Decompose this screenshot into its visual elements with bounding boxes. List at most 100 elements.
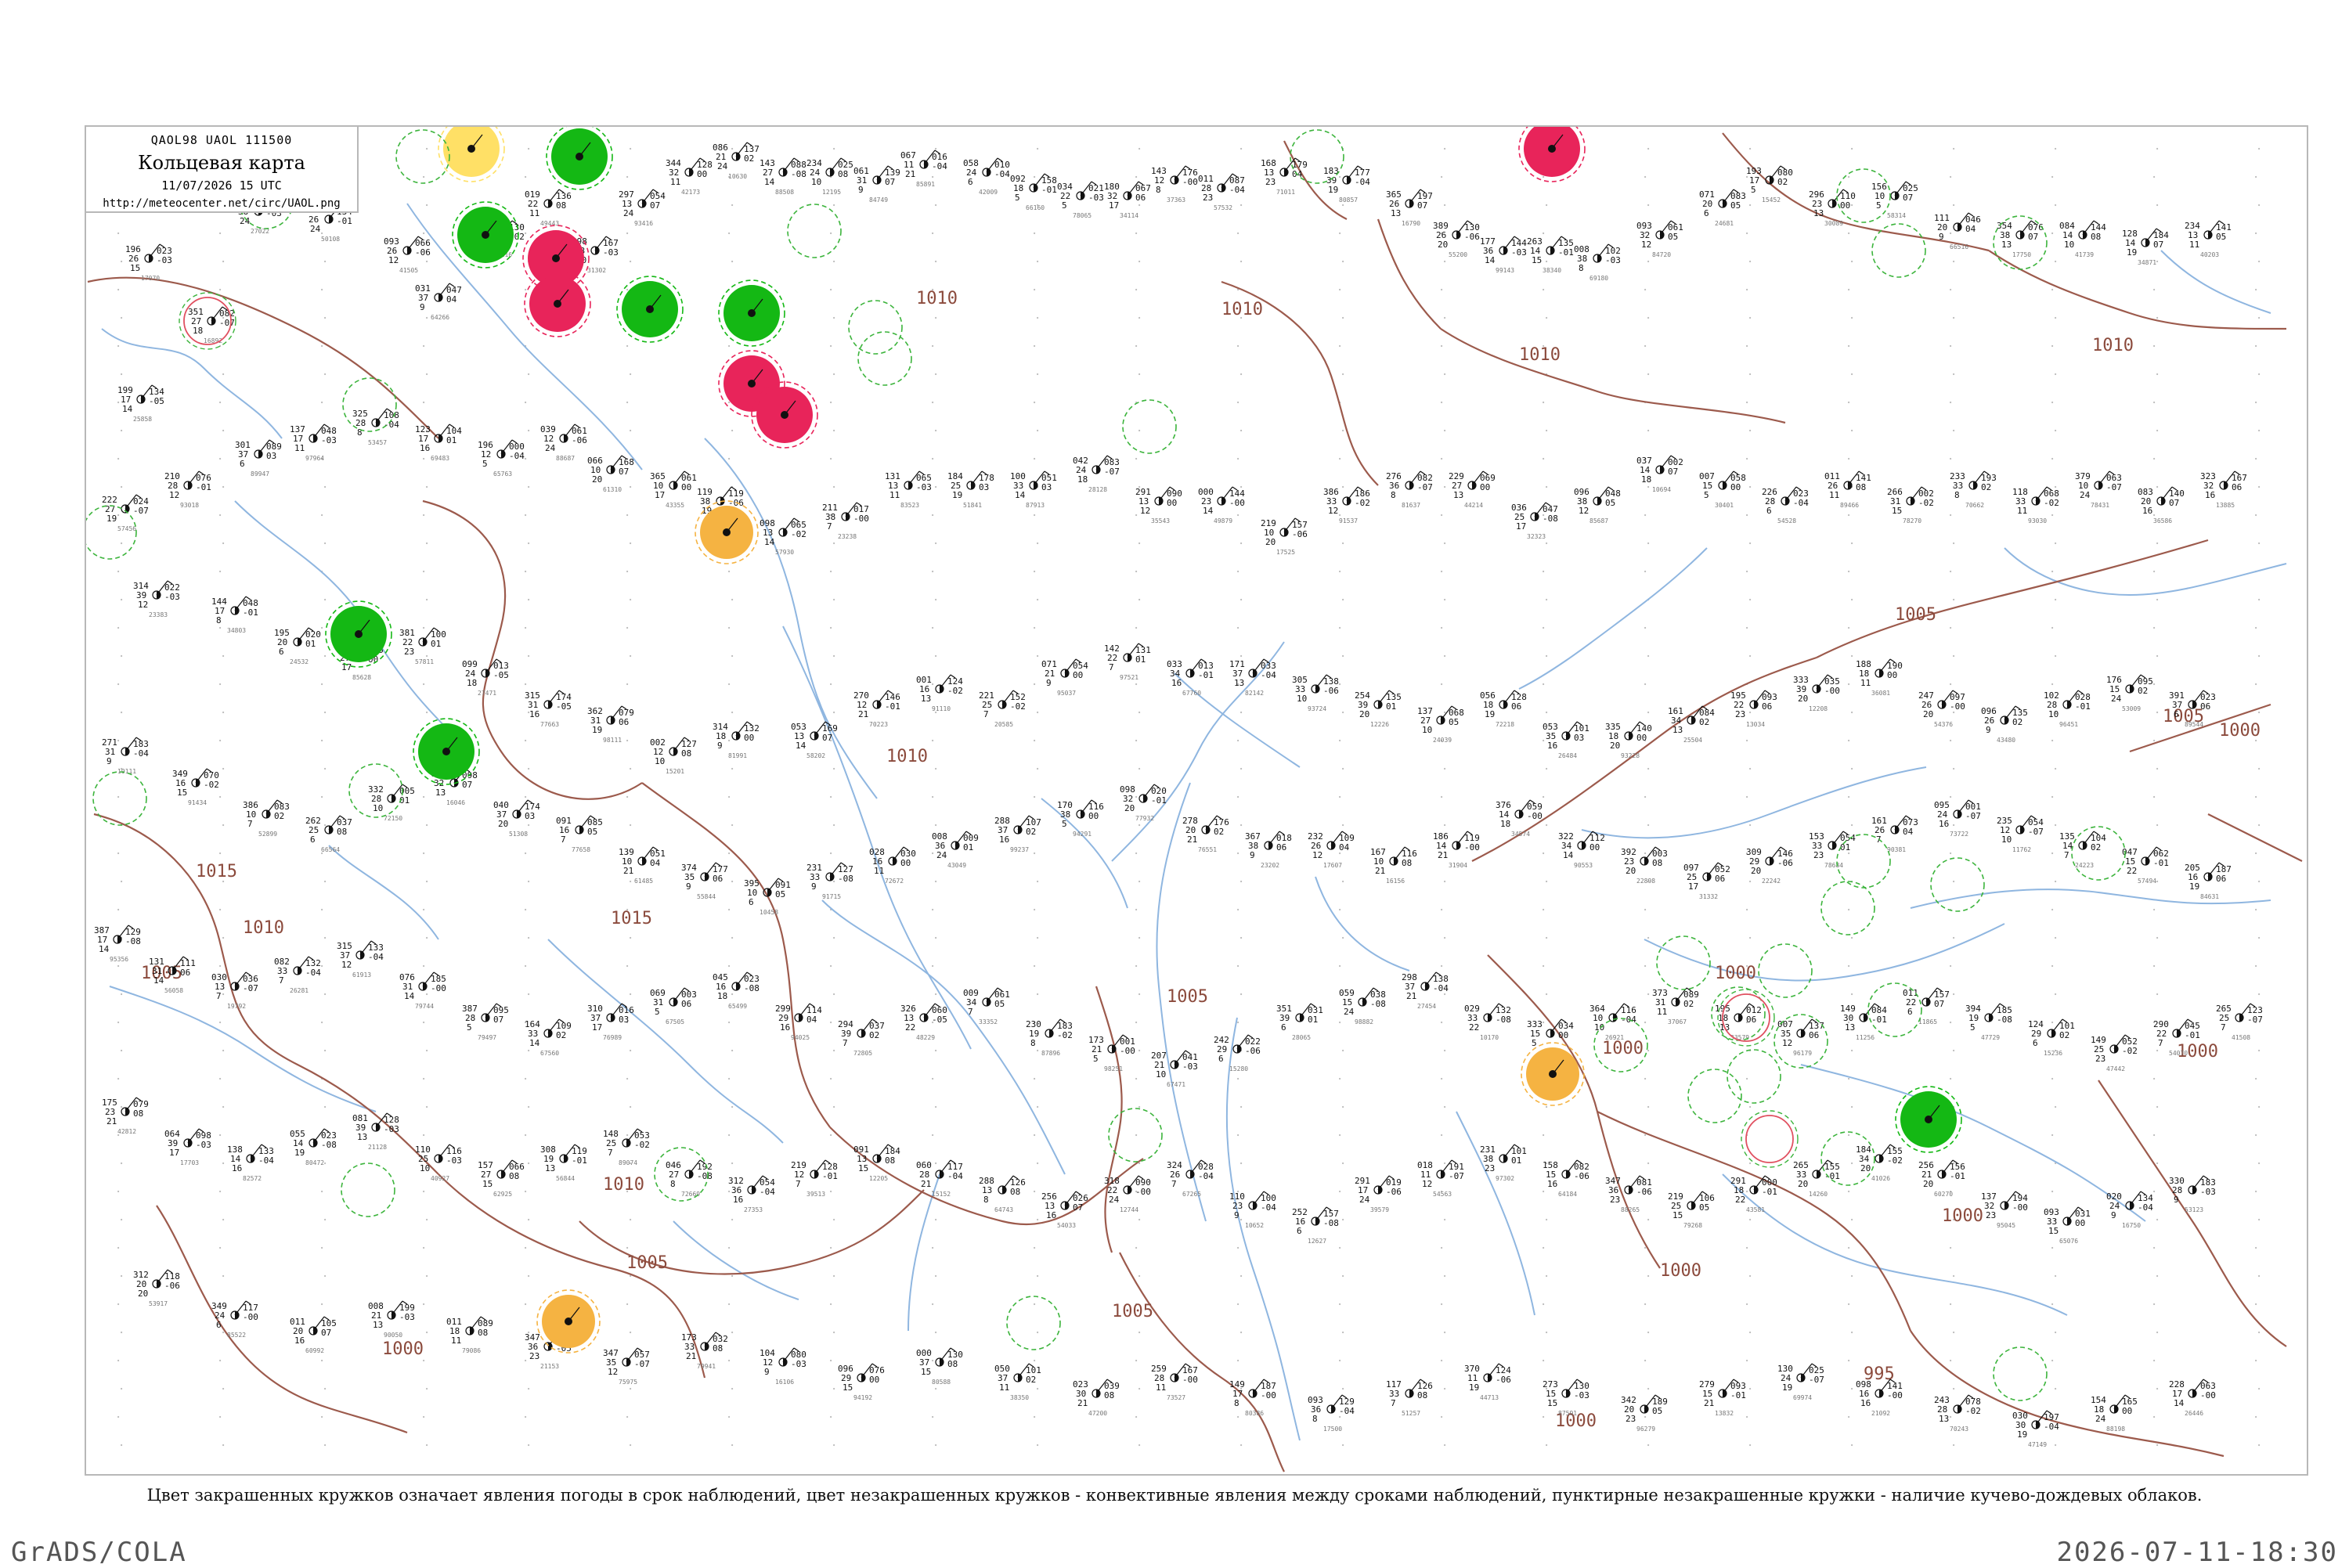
station-value: -03 bbox=[1511, 247, 1527, 258]
station-plot: 1351410402724223 bbox=[2059, 831, 2106, 869]
station-index: 54033 bbox=[1057, 1222, 1076, 1229]
station-plot: 14917187-00880386 bbox=[1229, 1379, 1276, 1417]
station-plot: 23413141051140203 bbox=[2185, 220, 2232, 258]
station-index: 93724 bbox=[1308, 705, 1326, 712]
station-plot: 32332167061613885 bbox=[2200, 470, 2247, 509]
station-plot: 00735137061296179 bbox=[1777, 1018, 1824, 1057]
station-plot: 23226109041217607 bbox=[1308, 831, 1355, 869]
station-value: -01 bbox=[2153, 858, 2169, 868]
station-value: 06 bbox=[2200, 701, 2210, 712]
source-url: http://meteocenter.net/circ/UAOL.png bbox=[103, 197, 341, 210]
station-index: 41508 bbox=[2232, 1034, 2250, 1041]
station-value: 5 bbox=[655, 1007, 660, 1017]
weather-ring-red bbox=[524, 270, 591, 337]
station-value: 21 bbox=[1077, 1398, 1088, 1408]
station-value: -06 bbox=[1777, 858, 1793, 868]
station-value: 08 bbox=[337, 827, 347, 837]
station-index: 91434 bbox=[188, 799, 207, 806]
station-value: -08 bbox=[321, 1140, 337, 1150]
station-value: -07 bbox=[1449, 1171, 1464, 1181]
station-index: 17703 bbox=[180, 1159, 199, 1166]
station-index: 65499 bbox=[728, 1003, 747, 1010]
station-value: 01 bbox=[963, 842, 973, 852]
station-plot: 09332061051284720 bbox=[1636, 220, 1683, 258]
station-index: 43480 bbox=[1997, 737, 2015, 744]
station-value: 11 bbox=[1860, 678, 1871, 688]
station-value: 05 bbox=[994, 999, 1005, 1009]
station-plot: 04037174032051308 bbox=[493, 799, 540, 838]
station-plot: 22227024-071957456 bbox=[102, 494, 149, 532]
station-index: 49443 bbox=[540, 220, 559, 227]
station-value: 8 bbox=[216, 615, 222, 625]
station-plot: 18339177-041980857 bbox=[1323, 165, 1370, 204]
station-index: 81637 bbox=[1402, 502, 1420, 509]
map-canvas: 1015 1010 1005 1015 1010 1010 1010 1005 … bbox=[86, 127, 2303, 1472]
station-plot: 00212127081015201 bbox=[650, 737, 697, 775]
station-value: -02 bbox=[947, 686, 963, 696]
station-plot: 11025116-031040927 bbox=[415, 1144, 462, 1182]
station-value: 5 bbox=[1876, 200, 1882, 211]
station-value: 06 bbox=[2232, 482, 2242, 492]
station-plot: 34916070-021591434 bbox=[172, 768, 219, 806]
station-value: -01 bbox=[337, 216, 352, 226]
station-value: 8 bbox=[983, 1195, 989, 1205]
station-value: -03 bbox=[157, 255, 172, 265]
station-index: 15152 bbox=[932, 1191, 951, 1198]
station-value: 8 bbox=[1030, 1038, 1036, 1048]
station-index: 27454 bbox=[1417, 1003, 1436, 1010]
station-value: 20 bbox=[498, 819, 508, 829]
station-plot: 14930084-011311256 bbox=[1840, 1003, 1887, 1041]
isobar-labels: 1015 1010 1005 1015 1010 1010 1010 1005 … bbox=[141, 289, 2261, 1431]
station-value: 15 bbox=[1532, 255, 1542, 265]
station-plot: 0911608505777658 bbox=[556, 815, 603, 853]
station-index: 16790 bbox=[1402, 220, 1420, 227]
station-value: -03 bbox=[791, 1359, 806, 1369]
station-plot: 20516187061984631 bbox=[2185, 862, 2232, 900]
station-value: -00 bbox=[1464, 842, 1480, 852]
station-plot: 09725052061731332 bbox=[1683, 862, 1730, 900]
station-index: 31904 bbox=[1449, 862, 1467, 869]
weather-ring-cb bbox=[1727, 1049, 1781, 1104]
station-plot: 10033051031487913 bbox=[1010, 470, 1057, 509]
weather-ring-cb bbox=[1930, 857, 1985, 912]
station-index: 76989 bbox=[603, 1034, 622, 1041]
station-value: 05 bbox=[2216, 232, 2226, 242]
station-plot: 3141813200981991 bbox=[713, 721, 760, 759]
station-index: 12205 bbox=[869, 1175, 888, 1182]
station-plot: 18032067061734114 bbox=[1104, 181, 1151, 219]
weather-ring-green bbox=[546, 127, 613, 190]
station-plot: 03422021-03578065 bbox=[1057, 181, 1104, 219]
station-index: 43049 bbox=[947, 862, 966, 869]
station-value: 05 bbox=[1652, 1406, 1662, 1416]
station-value: 07 bbox=[1934, 999, 1944, 1009]
station-value: 05 bbox=[775, 889, 785, 899]
station-value: 9 bbox=[2174, 1195, 2179, 1205]
station-value: -03 bbox=[446, 1155, 462, 1166]
station-plot: 26533155-012014260 bbox=[1793, 1159, 1840, 1198]
station-value: 10 bbox=[373, 803, 383, 813]
station-value: -06 bbox=[1386, 1187, 1402, 1197]
station-value: 00 bbox=[900, 858, 911, 868]
station-index: 72805 bbox=[853, 1050, 872, 1057]
weather-ring-green bbox=[413, 718, 480, 785]
station-plot: 33518140002093228 bbox=[1605, 721, 1652, 759]
station-index: 12627 bbox=[1308, 1238, 1326, 1245]
station-value: 17 bbox=[592, 1022, 602, 1033]
station-value: 00 bbox=[1636, 733, 1647, 743]
station-value: -03 bbox=[916, 482, 932, 492]
station-index: 98111 bbox=[603, 737, 622, 744]
station-value: 08 bbox=[1010, 1187, 1020, 1197]
station-value: 24 bbox=[2080, 490, 2091, 500]
station-value: 00 bbox=[2075, 1218, 2085, 1228]
station-plot: 04224083-071828128 bbox=[1073, 455, 1120, 493]
station-index: 73527 bbox=[1167, 1394, 1185, 1401]
station-value: 04 bbox=[650, 858, 661, 868]
station-plot: 08320140071636586 bbox=[2138, 486, 2185, 524]
station-plot: 27915093-012113832 bbox=[1699, 1379, 1746, 1417]
station-value: 5 bbox=[467, 1022, 472, 1033]
station-value: -04 bbox=[258, 1155, 274, 1166]
station-index: 93416 bbox=[634, 220, 653, 227]
station-index: 87591 bbox=[1558, 1410, 1577, 1417]
station-plot: 15815082-061664184 bbox=[1543, 1159, 1589, 1198]
station-value: 15 bbox=[921, 1367, 931, 1377]
